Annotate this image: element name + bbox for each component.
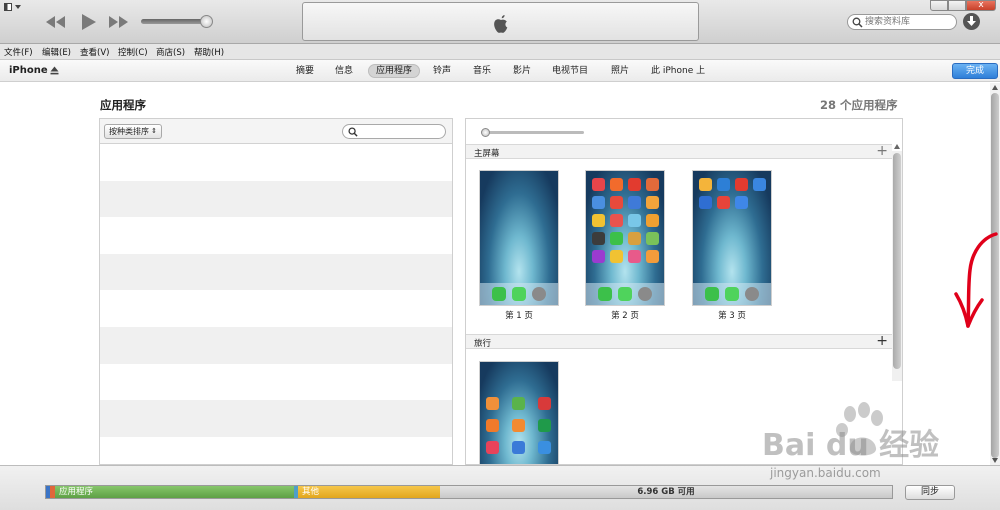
- tab-summary[interactable]: 摘要: [296, 64, 314, 78]
- phone-icon: [705, 287, 719, 301]
- system-menu-icon[interactable]: [4, 2, 24, 14]
- fast-forward-icon[interactable]: [108, 12, 130, 32]
- zoom-knob[interactable]: [481, 128, 490, 137]
- menu-control[interactable]: 控制(C): [118, 46, 148, 58]
- watermark-url: jingyan.baidu.com: [770, 466, 881, 480]
- home-screen-page-2[interactable]: [585, 170, 665, 306]
- menu-view[interactable]: 查看(V): [80, 46, 109, 58]
- device-navbar: iPhone 摘要 信息 应用程序 铃声 音乐 影片 电视节目 照片 此 iPh…: [0, 60, 1000, 82]
- app-list-toolbar: 按种类排序 ⇕: [100, 119, 452, 144]
- capacity-segment-apps: 应用程序: [55, 486, 294, 498]
- tab-movies[interactable]: 影片: [513, 64, 531, 78]
- dock: [586, 283, 664, 305]
- search-icon: [852, 17, 863, 28]
- tab-tv-shows[interactable]: 电视节目: [552, 64, 588, 78]
- settings-icon: [745, 287, 759, 301]
- title-bar: x: [0, 0, 1000, 44]
- rewind-icon[interactable]: [44, 12, 66, 32]
- search-icon: [348, 127, 358, 137]
- settings-icon: [532, 287, 546, 301]
- tab-on-this-iphone[interactable]: 此 iPhone 上: [651, 64, 705, 78]
- library-search-field[interactable]: [847, 14, 957, 30]
- tab-apps[interactable]: 应用程序: [368, 64, 421, 78]
- app-list-panel: 按种类排序 ⇕: [99, 118, 453, 465]
- add-page-icon[interactable]: +: [876, 143, 888, 159]
- home-screen-page-1[interactable]: [479, 170, 559, 306]
- download-icon[interactable]: [963, 13, 980, 30]
- page-label: 第 2 页: [611, 311, 639, 321]
- volume-knob[interactable]: [200, 15, 213, 28]
- pages-scrollbar[interactable]: [892, 144, 902, 381]
- status-display: [302, 2, 699, 41]
- scroll-thumb[interactable]: [893, 153, 901, 369]
- app-search-field[interactable]: [342, 124, 446, 139]
- chevron-updown-icon: ⇕: [151, 127, 157, 135]
- close-button[interactable]: x: [966, 0, 996, 11]
- tab-ringtones[interactable]: 铃声: [433, 64, 451, 78]
- done-button[interactable]: 完成: [952, 63, 998, 79]
- menu-help[interactable]: 帮助(H): [194, 46, 224, 58]
- messages-icon: [618, 287, 632, 301]
- menu-store[interactable]: 商店(S): [156, 46, 185, 58]
- section-label: 旅行: [474, 339, 492, 349]
- apple-logo-icon: [494, 15, 508, 33]
- travel-folder-page[interactable]: [479, 361, 559, 464]
- page-title: 应用程序: [100, 98, 146, 112]
- play-icon[interactable]: [78, 12, 98, 32]
- dock: [480, 283, 558, 305]
- settings-icon: [638, 287, 652, 301]
- list-item[interactable]: [100, 326, 452, 364]
- home-screen-page-3[interactable]: [692, 170, 772, 306]
- app-count: 28 个应用程序: [820, 98, 898, 112]
- volume-slider[interactable]: [141, 15, 213, 28]
- phone-icon: [492, 287, 506, 301]
- scroll-up-icon[interactable]: [992, 85, 998, 90]
- list-item[interactable]: [100, 144, 452, 181]
- list-item[interactable]: [100, 363, 452, 401]
- list-item[interactable]: [100, 253, 452, 291]
- watermark: Bai du 经验 jingyan.baidu.com: [762, 400, 952, 506]
- list-item[interactable]: [100, 290, 452, 327]
- library-search-input[interactable]: [865, 16, 953, 28]
- sort-label: 按种类排序: [109, 127, 149, 136]
- device-name[interactable]: iPhone: [9, 65, 48, 76]
- tab-info[interactable]: 信息: [335, 64, 353, 78]
- watermark-brand: Bai du 经验: [762, 428, 940, 463]
- zoom-slider[interactable]: [481, 128, 584, 137]
- tab-music[interactable]: 音乐: [473, 64, 491, 78]
- home-screen-header: 主屏幕 +: [466, 143, 892, 159]
- maximize-button[interactable]: [948, 0, 966, 11]
- scroll-up-icon[interactable]: [894, 144, 900, 149]
- page-label: 第 1 页: [505, 311, 533, 321]
- scroll-down-icon[interactable]: [992, 458, 998, 463]
- phone-icon: [598, 287, 612, 301]
- arrow-annotation-icon: [954, 232, 998, 328]
- minimize-button[interactable]: [930, 0, 948, 11]
- messages-icon: [725, 287, 739, 301]
- menu-file[interactable]: 文件(F): [4, 46, 33, 58]
- list-item[interactable]: [100, 400, 452, 437]
- capacity-segment-other: 其他: [298, 486, 440, 498]
- messages-icon: [512, 287, 526, 301]
- page-label: 第 3 页: [718, 311, 746, 321]
- tab-photos[interactable]: 照片: [611, 64, 629, 78]
- app-search-input[interactable]: [360, 126, 440, 137]
- list-item[interactable]: [100, 217, 452, 254]
- eject-icon[interactable]: [50, 66, 59, 75]
- section-label: 主屏幕: [474, 149, 500, 159]
- sort-dropdown[interactable]: 按种类排序 ⇕: [104, 124, 162, 139]
- app-list: [100, 144, 452, 464]
- add-page-icon[interactable]: +: [876, 333, 888, 349]
- travel-folder-header: 旅行 +: [466, 333, 892, 349]
- menu-bar: 文件(F) 编辑(E) 查看(V) 控制(C) 商店(S) 帮助(H): [0, 44, 1000, 60]
- menu-edit[interactable]: 编辑(E): [42, 46, 71, 58]
- dock: [693, 283, 771, 305]
- list-item[interactable]: [100, 436, 452, 464]
- list-item[interactable]: [100, 180, 452, 218]
